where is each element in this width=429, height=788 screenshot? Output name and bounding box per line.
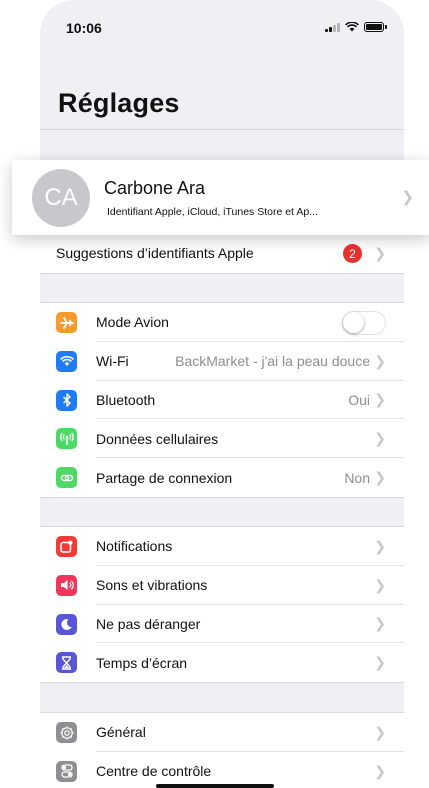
divider bbox=[40, 129, 404, 130]
wifi-status-icon bbox=[345, 22, 359, 32]
wifi-label: Wi-Fi bbox=[96, 353, 129, 370]
sounds-row[interactable]: Sons et vibrations ❯ bbox=[40, 566, 404, 605]
suggestions-label: Suggestions d’identifiants Apple bbox=[56, 245, 254, 262]
avatar: CA bbox=[32, 169, 90, 227]
chevron-right-icon: ❯ bbox=[374, 244, 386, 261]
antenna-icon bbox=[56, 428, 77, 450]
bluetooth-label: Bluetooth bbox=[96, 391, 156, 408]
alerts-group: Notifications ❯ Sons et vibrations ❯ Ne … bbox=[40, 526, 404, 684]
chain-icon bbox=[56, 467, 77, 489]
battery-icon bbox=[364, 22, 387, 32]
chevron-right-icon: ❯ bbox=[374, 654, 386, 671]
airplane-mode-row[interactable]: Mode Avion bbox=[40, 303, 404, 342]
gear-icon bbox=[56, 722, 77, 743]
airplane-mode-label: Mode Avion bbox=[96, 314, 169, 331]
bluetooth-row[interactable]: Bluetooth Oui ❯ bbox=[40, 381, 404, 420]
cellular-label: Données cellulaires bbox=[96, 430, 219, 447]
screen-time-label: Temps d’écran bbox=[96, 654, 188, 671]
chevron-right-icon: ❯ bbox=[374, 723, 386, 740]
profile-name: Carbone Ara bbox=[104, 178, 206, 198]
apple-id-card[interactable]: CA Carbone Ara Identifiant Apple, iCloud… bbox=[12, 160, 429, 235]
speaker-icon bbox=[56, 574, 77, 596]
general-group: Général ❯ Centre de contrôle ❯ bbox=[40, 712, 404, 787]
do-not-disturb-label: Ne pas déranger bbox=[96, 615, 201, 632]
home-indicator[interactable] bbox=[156, 784, 274, 788]
connectivity-group: Mode Avion Wi-Fi BackMarket - j'ai la pe… bbox=[40, 302, 404, 498]
hotspot-value: Non bbox=[344, 469, 370, 486]
notifications-label: Notifications bbox=[96, 538, 173, 555]
profile-subtitle: Identifiant Apple, iCloud, iTunes Store … bbox=[107, 206, 318, 218]
chevron-right-icon: ❯ bbox=[374, 430, 386, 447]
switches-icon bbox=[56, 760, 77, 782]
status-time: 10:06 bbox=[66, 20, 102, 36]
bluetooth-value: Oui bbox=[348, 391, 370, 408]
wifi-network-value: BackMarket - j'ai la peau douce bbox=[175, 353, 370, 370]
chevron-right-icon: ❯ bbox=[374, 391, 386, 408]
chevron-right-icon: ❯ bbox=[374, 615, 386, 632]
chevron-right-icon: ❯ bbox=[374, 352, 386, 369]
moon-icon bbox=[56, 613, 77, 635]
screen-time-row[interactable]: Temps d’écran ❯ bbox=[40, 643, 404, 682]
toggle-knob bbox=[343, 312, 364, 333]
bluetooth-icon bbox=[56, 389, 77, 411]
status-bar: 10:06 bbox=[40, 0, 404, 60]
notifications-icon bbox=[56, 536, 77, 557]
chevron-right-icon: ❯ bbox=[374, 537, 386, 554]
airplane-icon bbox=[56, 312, 77, 333]
sounds-label: Sons et vibrations bbox=[96, 577, 208, 594]
page-title: Réglages bbox=[58, 88, 180, 118]
chevron-right-icon: ❯ bbox=[374, 469, 386, 486]
chevron-right-icon: ❯ bbox=[374, 576, 386, 593]
general-label: Général bbox=[96, 724, 146, 741]
hourglass-icon bbox=[56, 652, 77, 674]
suggestions-row[interactable]: Suggestions d’identifiants Apple 2 ❯ bbox=[40, 234, 404, 273]
settings-screen: 10:06 Réglages Suggestions d’identifiant… bbox=[40, 0, 404, 787]
control-center-row[interactable]: Centre de contrôle ❯ bbox=[40, 752, 404, 787]
suggestions-group: Suggestions d’identifiants Apple 2 ❯ bbox=[40, 233, 404, 274]
chevron-right-icon: ❯ bbox=[374, 762, 386, 779]
chevron-right-icon: ❯ bbox=[401, 189, 414, 206]
wifi-row[interactable]: Wi-Fi BackMarket - j'ai la peau douce ❯ bbox=[40, 342, 404, 381]
signal-icon bbox=[325, 22, 340, 32]
general-row[interactable]: Général ❯ bbox=[40, 713, 404, 752]
hotspot-row[interactable]: Partage de connexion Non ❯ bbox=[40, 458, 404, 497]
status-icons bbox=[325, 22, 387, 32]
wifi-icon bbox=[56, 350, 77, 372]
notifications-row[interactable]: Notifications ❯ bbox=[40, 527, 404, 566]
do-not-disturb-row[interactable]: Ne pas déranger ❯ bbox=[40, 605, 404, 644]
airplane-mode-toggle[interactable] bbox=[342, 311, 386, 335]
control-center-label: Centre de contrôle bbox=[96, 763, 212, 780]
cellular-row[interactable]: Données cellulaires ❯ bbox=[40, 419, 404, 459]
notification-badge: 2 bbox=[343, 244, 362, 263]
hotspot-label: Partage de connexion bbox=[96, 469, 233, 486]
